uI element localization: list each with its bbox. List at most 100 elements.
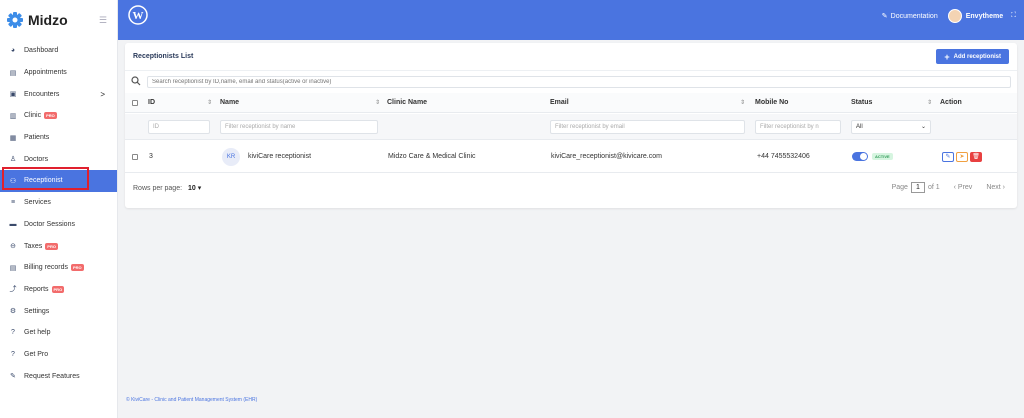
sidebar-item-label: Get Pro xyxy=(24,350,49,358)
status-badge: ACTIVE xyxy=(872,153,893,160)
sidebar-item-billing-records[interactable]: ▤ Billing records PRO xyxy=(0,257,117,279)
rows-per-page-select[interactable]: 10 ▾ xyxy=(188,184,201,192)
sort-icon[interactable]: ⇕ xyxy=(207,99,212,106)
avatar-initials: KR xyxy=(222,147,240,166)
fullscreen-icon[interactable]: ⛶ xyxy=(1011,12,1016,20)
col-name[interactable]: Name xyxy=(220,93,239,112)
card-header: Receptionists List + Add receptionist xyxy=(125,43,1017,71)
pro-badge: PRO xyxy=(44,112,57,120)
sidebar-item-label: Request Features xyxy=(24,372,80,380)
encounter-icon: ▣ xyxy=(9,91,17,99)
wordpress-icon[interactable]: W xyxy=(128,5,148,25)
sidebar-item-label: Encounters xyxy=(24,90,60,98)
help-icon: ? xyxy=(11,329,15,337)
sidebar-item-encounters[interactable]: ▣ Encounters > xyxy=(0,83,117,105)
header-actions: ✎ Documentation Envytheme ⛶ xyxy=(882,9,1016,23)
chevron-down-icon: ⌄ xyxy=(920,124,926,130)
top-bar: W ✎ Documentation Envytheme ⛶ xyxy=(118,0,1024,40)
sidebar-item-label: Clinic xyxy=(24,112,42,120)
sidebar-item-label: Reports xyxy=(24,285,49,293)
sidebar-item-label: Taxes xyxy=(24,242,43,250)
sidebar-item-doctor-sessions[interactable]: ▬ Doctor Sessions xyxy=(0,214,117,236)
services-icon: ≡ xyxy=(10,199,16,207)
sidebar-item-dashboard[interactable]: ◕ Dashboard xyxy=(0,40,117,62)
doctor-icon: ♙ xyxy=(9,156,17,164)
table-row: 3 KR kiviCare receptionist Midzo Care & … xyxy=(125,141,1017,173)
menu-toggle-icon[interactable]: ☰ xyxy=(99,15,107,26)
col-id[interactable]: ID xyxy=(148,93,155,112)
sort-icon[interactable]: ⇕ xyxy=(375,99,380,106)
sidebar-item-label: Services xyxy=(24,199,51,207)
search-input[interactable] xyxy=(147,76,1011,88)
search-icon xyxy=(131,76,143,88)
sidebar-item-receptionist[interactable]: ⚇ Receptionist xyxy=(0,170,117,192)
sidebar-item-label: Receptionist xyxy=(24,177,63,185)
sidebar: Midzo ☰ ◕ Dashboard ▤ Appointments ▣ Encounte… xyxy=(0,0,118,418)
filter-row: ID Filter receptionist by name Filter re… xyxy=(125,114,1017,140)
midzo-logo-icon xyxy=(6,11,24,29)
sidebar-item-appointments[interactable]: ▤ Appointments xyxy=(0,62,117,84)
edit-icon: ✎ xyxy=(881,13,888,20)
page-input[interactable]: 1 xyxy=(910,182,925,193)
taxes-icon: ⊖ xyxy=(10,243,16,251)
sidebar-item-request-features[interactable]: ✎ Request Features xyxy=(0,365,117,387)
sidebar-item-label: Settings xyxy=(24,307,50,315)
sidebar-item-get-pro[interactable]: ? Get Pro xyxy=(0,344,117,366)
sort-icon[interactable]: ⇕ xyxy=(740,99,745,106)
col-email[interactable]: Email xyxy=(550,93,569,112)
delete-button[interactable]: 🗑 xyxy=(970,151,982,162)
sidebar-item-services[interactable]: ≡ Services xyxy=(0,192,117,214)
help-icon: ? xyxy=(11,350,15,358)
calendar-icon: ▤ xyxy=(9,69,17,77)
sidebar-item-doctors[interactable]: ♙ Doctors xyxy=(0,148,117,170)
sidebar-item-reports[interactable]: ⤴ Reports PRO xyxy=(0,279,117,301)
resend-button[interactable]: ➤ xyxy=(956,151,968,162)
sidebar-item-clinic[interactable]: ▥ Clinic PRO xyxy=(0,105,117,127)
row-checkbox[interactable] xyxy=(132,153,138,160)
pro-badge: PRO xyxy=(51,285,65,293)
chevron-right-icon: > xyxy=(100,89,105,99)
add-receptionist-button[interactable]: + Add receptionist xyxy=(936,49,1009,64)
table-header: ID ⇕ Name ⇕ Clinic Name Email ⇕ Mobile N… xyxy=(125,93,1017,113)
settings-icon: ⚙ xyxy=(9,308,17,316)
table-footer: Rows per page: 10 ▾ Page 1 of 1 ‹ Prev N… xyxy=(125,178,1017,202)
next-button[interactable]: Next › xyxy=(986,184,1005,191)
receptionist-icon: ⚇ xyxy=(9,177,17,185)
edit-button[interactable]: ✎ xyxy=(942,151,954,162)
plus-icon: + xyxy=(944,51,950,62)
col-status[interactable]: Status xyxy=(851,93,872,112)
status-toggle[interactable] xyxy=(852,152,868,161)
pro-badge: PRO xyxy=(70,264,84,272)
sidebar-item-label: Doctors xyxy=(24,155,49,163)
receptionists-card: Receptionists List + Add receptionist ID… xyxy=(125,43,1017,208)
sort-icon[interactable]: ⇕ xyxy=(927,99,932,106)
col-mobile[interactable]: Mobile No xyxy=(755,93,788,112)
col-action: Action xyxy=(940,99,962,106)
sidebar-item-taxes[interactable]: ⊖ Taxes PRO xyxy=(0,235,117,257)
svg-text:W: W xyxy=(133,10,144,22)
billing-icon: ▤ xyxy=(9,264,17,272)
brand-name: Midzo xyxy=(28,12,68,28)
send-icon: ➤ xyxy=(959,154,965,160)
email-filter-input[interactable]: Filter receptionist by email xyxy=(550,119,745,134)
sidebar-item-settings[interactable]: ⚙ Settings xyxy=(0,300,117,322)
sidebar-item-label: Appointments xyxy=(24,69,67,77)
avatar[interactable] xyxy=(947,9,962,23)
sidebar-item-label: Get help xyxy=(24,329,51,337)
sidebar-item-patients[interactable]: ▦ Patients xyxy=(0,127,117,149)
sidebar-item-label: Patients xyxy=(24,134,50,142)
name-filter-input[interactable]: Filter receptionist by name xyxy=(220,119,378,134)
sidebar-item-label: Doctor Sessions xyxy=(24,220,75,228)
prev-button[interactable]: ‹ Prev xyxy=(954,184,973,191)
clinic-icon: ▥ xyxy=(9,112,17,120)
row-mobile: +44 7455532406 xyxy=(757,153,810,160)
row-name: kiviCare receptionist xyxy=(248,153,312,160)
status-filter-select[interactable]: All ⌄ xyxy=(851,119,931,134)
id-filter-input[interactable]: ID xyxy=(148,119,210,134)
col-clinic[interactable]: Clinic Name xyxy=(387,93,427,112)
username[interactable]: Envytheme xyxy=(966,13,1003,20)
select-all-checkbox[interactable] xyxy=(132,99,138,106)
sidebar-item-get-help[interactable]: ? Get help xyxy=(0,322,117,344)
documentation-link[interactable]: ✎ Documentation xyxy=(881,12,938,21)
mobile-filter-input[interactable]: Filter receptionist by n xyxy=(755,119,841,134)
